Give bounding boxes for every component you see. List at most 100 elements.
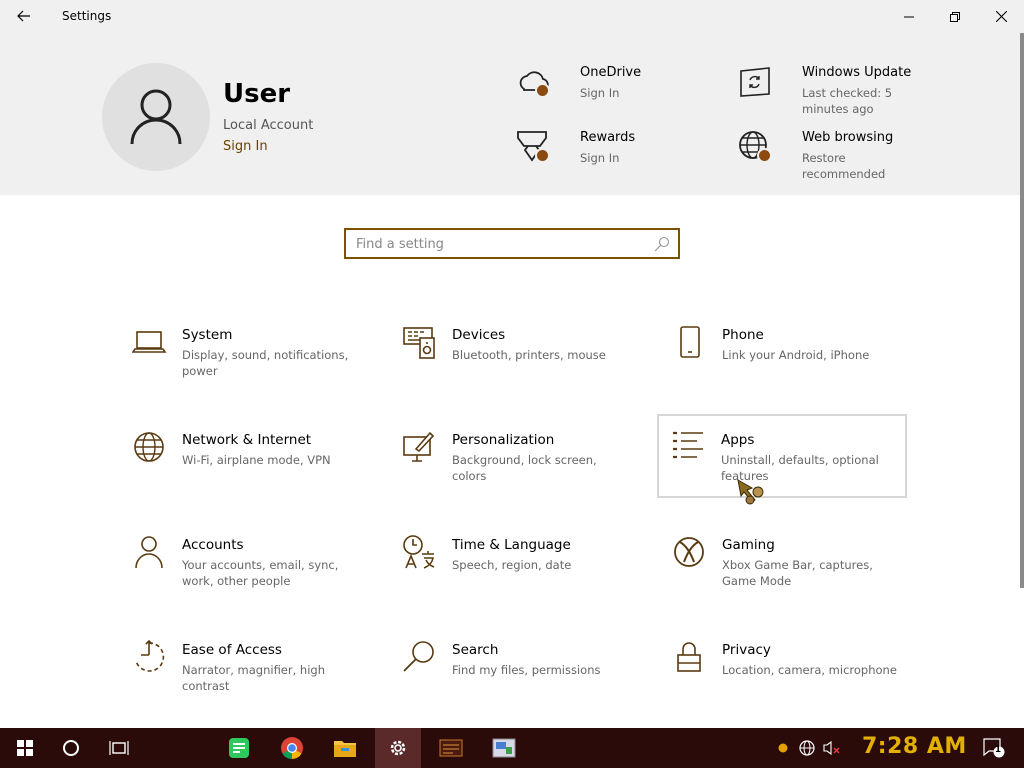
web-browsing-title: Web browsing	[802, 130, 894, 145]
start-button[interactable]	[2, 728, 48, 768]
category-title: Gaming	[722, 537, 775, 553]
category-ease-of-access[interactable]: Ease of Access Narrator, magnifier, high…	[118, 631, 368, 715]
rewards-item[interactable]: Rewards Sign In	[516, 130, 716, 186]
taskbar-app[interactable]	[481, 728, 527, 768]
sign-in-link[interactable]: Sign In	[223, 139, 268, 154]
cortana-icon	[63, 740, 79, 756]
taskbar-app-chrome[interactable]	[269, 728, 315, 768]
status-badge	[535, 148, 550, 163]
windows-update-subtitle: Last checked: 5 minutes ago	[802, 86, 893, 116]
search-icon	[403, 641, 434, 672]
category-phone[interactable]: Phone Link your Android, iPhone	[658, 316, 908, 400]
back-arrow-icon	[17, 10, 30, 22]
avatar	[102, 63, 210, 171]
web-browsing-item[interactable]: Web browsing Restore recommended	[738, 130, 938, 186]
category-subtitle: Xbox Game Bar, captures, Game Mode	[722, 558, 873, 588]
onedrive-item[interactable]: OneDrive Sign In	[516, 65, 716, 121]
window-title: Settings	[62, 9, 112, 23]
category-subtitle: Location, camera, microphone	[722, 663, 897, 677]
taskbar-app[interactable]	[428, 728, 474, 768]
person-icon	[135, 536, 163, 569]
app-icon	[492, 738, 516, 758]
status-badge	[535, 83, 550, 98]
settings-icon	[390, 740, 406, 756]
category-subtitle: Wi-Fi, airplane mode, VPN	[182, 453, 331, 467]
search-box[interactable]	[344, 228, 680, 259]
taskbar-app-notes[interactable]	[216, 728, 262, 768]
category-title: System	[182, 327, 233, 343]
close-button[interactable]	[978, 0, 1024, 33]
time-language-icon	[403, 535, 435, 569]
clock[interactable]: 7:28 AM	[862, 734, 967, 759]
update-icon	[740, 67, 770, 97]
category-title: Accounts	[182, 537, 244, 553]
back-button[interactable]	[8, 4, 40, 28]
web-browsing-subtitle: Restore recommended	[802, 151, 886, 181]
category-title: Network & Internet	[182, 432, 312, 448]
category-title: Devices	[452, 327, 506, 343]
category-title: Time & Language	[452, 537, 571, 553]
category-privacy[interactable]: Privacy Location, camera, microphone	[658, 631, 908, 715]
search-icon	[654, 236, 670, 252]
category-devices[interactable]: Devices Bluetooth, printers, mouse	[388, 316, 638, 400]
category-search[interactable]: Search Find my files, permissions	[388, 631, 638, 715]
globe-icon	[134, 432, 164, 462]
category-gaming[interactable]: Gaming Xbox Game Bar, captures, Game Mod…	[658, 526, 908, 610]
rewards-subtitle: Sign In	[580, 151, 620, 165]
category-title: Ease of Access	[182, 642, 282, 658]
search-input[interactable]	[356, 234, 646, 254]
taskbar-app-settings[interactable]	[375, 728, 421, 768]
onedrive-subtitle: Sign In	[580, 86, 620, 100]
category-title: Apps	[721, 432, 755, 448]
category-subtitle: Background, lock screen, colors	[452, 453, 597, 483]
scrollbar[interactable]	[1020, 33, 1024, 588]
minimize-icon	[904, 16, 914, 17]
devices-icon	[403, 327, 435, 359]
onedrive-title: OneDrive	[580, 65, 642, 80]
taskbar: 7:28 AM 1	[0, 728, 1024, 768]
task-view-icon	[109, 741, 129, 755]
person-icon	[130, 89, 182, 145]
network-tray-button[interactable]	[796, 728, 818, 768]
action-center-button[interactable]: 1	[980, 728, 1008, 768]
account-header: User Local Account Sign In OneDrive Sign…	[0, 33, 1020, 195]
category-system[interactable]: System Display, sound, notifications, po…	[118, 316, 368, 400]
category-network[interactable]: Network & Internet Wi-Fi, airplane mode,…	[118, 421, 368, 505]
category-apps[interactable]: Apps Uninstall, defaults, optional featu…	[657, 414, 907, 498]
chrome-icon	[281, 737, 303, 759]
notification-count: 1	[994, 745, 1002, 755]
user-name: User	[223, 79, 291, 109]
task-view-button[interactable]	[96, 728, 142, 768]
title-bar: Settings	[0, 0, 1024, 33]
file-explorer-icon	[334, 741, 356, 757]
category-title: Personalization	[452, 432, 555, 448]
tray-app-icon[interactable]	[774, 728, 792, 768]
category-title: Phone	[722, 327, 764, 343]
category-subtitle: Link your Android, iPhone	[722, 348, 870, 362]
windows-update-item[interactable]: Windows Update Last checked: 5 minutes a…	[738, 65, 938, 121]
app-icon	[439, 739, 463, 757]
apps-list-icon	[673, 431, 703, 459]
category-personalization[interactable]: Personalization Background, lock screen,…	[388, 421, 638, 505]
volume-tray-button[interactable]	[820, 728, 842, 768]
category-subtitle: Find my files, permissions	[452, 663, 601, 677]
category-subtitle: Speech, region, date	[452, 558, 572, 572]
maximize-icon	[950, 11, 960, 22]
xbox-icon	[674, 537, 704, 567]
cortana-button[interactable]	[48, 728, 94, 768]
category-accounts[interactable]: Accounts Your accounts, email, sync, wor…	[118, 526, 368, 610]
app-icon	[777, 742, 789, 754]
minimize-button[interactable]	[886, 0, 932, 33]
category-time-language[interactable]: Time & Language Speech, region, date	[388, 526, 638, 610]
category-title: Privacy	[722, 642, 771, 658]
category-subtitle: Display, sound, notifications, power	[182, 348, 349, 378]
close-icon	[995, 11, 1007, 22]
category-subtitle: Your accounts, email, sync, work, other …	[182, 558, 339, 588]
notes-icon	[229, 738, 249, 758]
paintbrush-icon	[403, 431, 435, 462]
windows-update-title: Windows Update	[802, 65, 912, 80]
lock-icon	[677, 642, 701, 672]
laptop-icon	[132, 331, 167, 353]
taskbar-app-file-explorer[interactable]	[322, 728, 368, 768]
maximize-button[interactable]	[932, 0, 978, 33]
